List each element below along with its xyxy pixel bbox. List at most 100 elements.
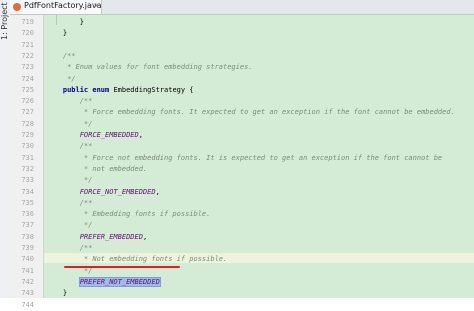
java-class-icon [13, 3, 21, 11]
editor-tab-bar: PdfFontFactory.java × [10, 0, 474, 15]
line-number: 732 [21, 164, 34, 173]
code-line[interactable]: 744 [10, 300, 474, 311]
project-tool-label[interactable]: 1: Project [0, 2, 10, 52]
code-line[interactable]: 720 } [10, 28, 474, 39]
code-line[interactable]: 732 * not embedded. [10, 164, 474, 175]
code-token: } [46, 18, 84, 26]
line-number: 728 [21, 119, 34, 128]
line-number: 721 [21, 40, 34, 49]
code-token: /** [46, 51, 76, 60]
code-line[interactable]: 730 /** [10, 141, 474, 152]
code-token: public enum [46, 85, 114, 94]
code-text: * Force embedding fonts. It expected to … [46, 107, 455, 118]
code-line[interactable]: 728 */ [10, 119, 474, 130]
code-text: } [46, 17, 84, 28]
code-text: * Enum values for font embedding strateg… [46, 62, 253, 73]
code-line[interactable]: 734 FORCE_NOT_EMBEDDED, [10, 187, 474, 198]
code-token: EmbeddingStrategy { [113, 85, 194, 94]
code-token: , [155, 187, 160, 196]
code-line[interactable]: 742 PREFER_NOT_EMBEDDED [10, 276, 474, 288]
code-line[interactable]: 737 */ [10, 220, 474, 231]
selected-identifier: PREFER_NOT_EMBEDDED [78, 276, 161, 287]
line-number: 737 [21, 221, 34, 230]
line-number: 744 [21, 300, 34, 309]
line-number: 720 [21, 29, 34, 38]
line-number: 736 [21, 210, 34, 219]
code-line[interactable]: 722 /** [10, 51, 474, 62]
code-token: , [138, 131, 143, 139]
code-text: PREFER_EMBEDDED, [46, 232, 147, 243]
code-token: , [142, 232, 148, 241]
code-text: */ [46, 175, 92, 186]
line-number: 734 [21, 187, 34, 196]
code-text: /** [46, 51, 76, 62]
code-token: * Force not embedding fonts. It is expec… [46, 153, 443, 162]
line-number: 724 [21, 74, 34, 83]
line-number: 735 [21, 198, 34, 207]
code-token: } [46, 29, 68, 38]
code-text: /** [46, 198, 93, 209]
line-number: 729 [21, 131, 34, 139]
code-line[interactable]: 719 } [10, 17, 474, 28]
line-number: 723 [21, 63, 34, 72]
code-token: */ [46, 221, 93, 230]
code-text: * not embedded. [46, 164, 147, 175]
line-number: 740 [21, 255, 34, 264]
code-text: */ [46, 119, 92, 130]
code-token: */ [46, 119, 93, 128]
code-line[interactable]: 724 */ [10, 74, 474, 85]
code-line[interactable]: 736 * Embedding fonts if possible. [10, 209, 474, 220]
code-line[interactable]: 739 /** [10, 243, 474, 254]
code-line[interactable]: 740 * Not embedding fonts if possible. [10, 254, 474, 265]
code-token: * Force embedding fonts. It expected to … [46, 108, 455, 117]
tab-label: PdfFontFactory.java [24, 1, 102, 10]
line-number: 731 [21, 153, 34, 162]
code-line[interactable]: 725 public enum EmbeddingStrategy { [10, 85, 474, 96]
code-line[interactable]: 731 * Force not embedding fonts. It is e… [10, 153, 474, 164]
line-number: 726 [21, 97, 34, 106]
code-text: /** [46, 243, 93, 254]
code-text: * Not embedding fonts if possible. [46, 254, 227, 265]
close-icon[interactable]: × [93, 1, 100, 10]
code-token: FORCE_NOT_EMBEDDED [46, 187, 156, 196]
code-token: FORCE_EMBEDDED [46, 131, 139, 139]
code-line[interactable]: 729 FORCE_EMBEDDED, [10, 130, 474, 141]
code-line[interactable]: 723 * Enum values for font embedding str… [10, 62, 474, 73]
red-annotation-underline [64, 266, 180, 268]
code-text: * Embedding fonts if possible. [46, 209, 210, 220]
line-number: 742 [21, 277, 34, 286]
line-number: 739 [21, 244, 34, 252]
line-number: 738 [21, 232, 34, 241]
code-text: public enum EmbeddingStrategy { [46, 85, 194, 96]
line-number: 733 [21, 176, 34, 185]
code-text: } [46, 28, 67, 39]
tab-pdffontfactory[interactable]: PdfFontFactory.java × [10, 0, 102, 14]
code-line[interactable]: 727 * Force embedding fonts. It expected… [10, 107, 474, 118]
code-token: /** [46, 244, 93, 252]
code-text: /** [46, 96, 93, 107]
code-token: } [46, 289, 68, 298]
code-token: /** [46, 198, 93, 207]
code-line[interactable]: 735 /** [10, 198, 474, 209]
code-token: * Not embedding fonts if possible. [46, 255, 228, 264]
code-token: */ [46, 176, 93, 185]
code-token: * not embedded. [46, 164, 148, 173]
code-line[interactable]: 733 */ [10, 175, 474, 186]
code-line[interactable]: 721 [10, 40, 474, 51]
code-text: FORCE_EMBEDDED, [46, 130, 143, 141]
code-token: /** [46, 142, 93, 151]
code-token: * Enum values for font embedding strateg… [46, 63, 253, 72]
line-number: 730 [21, 142, 34, 151]
line-number: 725 [21, 85, 34, 94]
line-number: 727 [21, 108, 34, 117]
code-token: * Embedding fonts if possible. [46, 210, 211, 219]
code-text: FORCE_NOT_EMBEDDED, [46, 187, 160, 198]
code-token: /** [46, 97, 93, 106]
code-token: */ [46, 74, 76, 83]
code-line[interactable]: 726 /** [10, 96, 474, 107]
code-text: PREFER_NOT_EMBEDDED [46, 276, 161, 288]
code-text: */ [46, 74, 76, 85]
code-text: /** [46, 141, 93, 152]
code-line[interactable]: 738 PREFER_EMBEDDED, [10, 232, 474, 243]
